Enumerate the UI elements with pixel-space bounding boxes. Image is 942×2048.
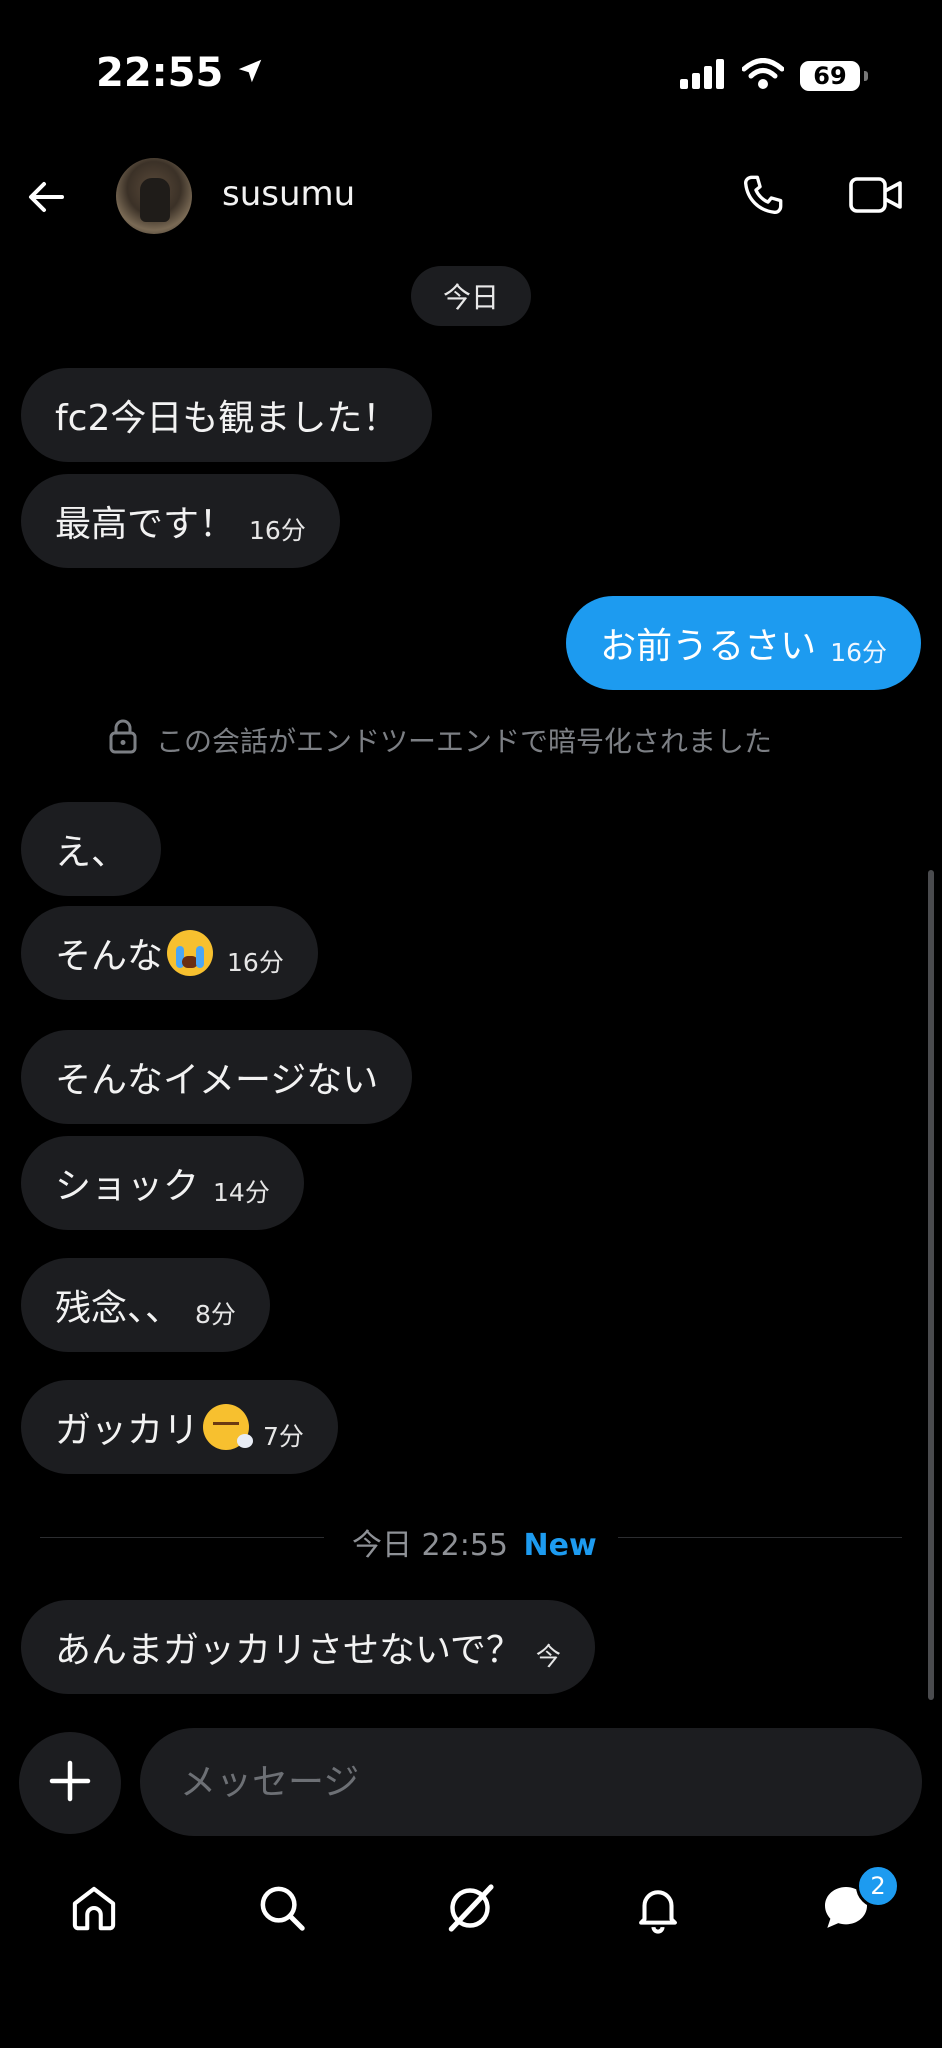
tab-notifications[interactable] xyxy=(618,1870,698,1950)
bell-icon xyxy=(631,1881,685,1939)
loudly-crying-face-icon xyxy=(167,930,214,976)
status-indicators: 69 xyxy=(680,58,868,94)
status-time-group: 22:55 xyxy=(96,50,265,96)
search-icon xyxy=(255,1881,309,1939)
tab-home[interactable] xyxy=(54,1870,134,1950)
bottom-tab-bar: 2 xyxy=(0,1864,942,1980)
message-time: 16分 xyxy=(830,638,887,667)
add-attachment-button[interactable] xyxy=(19,1732,121,1834)
date-separator: 今日 xyxy=(411,266,531,326)
message-text: ショック xyxy=(55,1166,200,1207)
received-message[interactable]: 残念、、 8分 xyxy=(21,1258,270,1352)
phone-icon[interactable] xyxy=(738,170,788,220)
received-message[interactable]: ガッカリ 7分 xyxy=(21,1380,338,1474)
grok-icon xyxy=(442,1880,498,1940)
divider-line xyxy=(618,1537,902,1538)
message-text: そんな xyxy=(55,936,164,977)
message-time: 16分 xyxy=(249,516,306,545)
new-label: New xyxy=(523,1528,597,1563)
message-time: 8分 xyxy=(195,1300,236,1329)
message-text: 最高です！ xyxy=(55,504,236,545)
signal-icon xyxy=(680,59,726,93)
received-message[interactable]: そんな 16分 xyxy=(21,906,318,1000)
status-time: 22:55 xyxy=(96,50,224,96)
divider-line xyxy=(40,1537,324,1538)
message-time: 14分 xyxy=(213,1178,270,1207)
message-text: fc2今日も観ました！ xyxy=(55,398,399,439)
received-message[interactable]: あんまガッカリさせないで？ 今 xyxy=(21,1600,595,1694)
back-arrow-icon[interactable] xyxy=(22,172,72,222)
message-text: あんまガッカリさせないで？ xyxy=(55,1630,522,1671)
avatar[interactable] xyxy=(116,158,192,234)
tab-search[interactable] xyxy=(242,1870,322,1950)
encryption-notice: この会話がエンドツーエンドで暗号化されました xyxy=(108,718,772,761)
received-message[interactable]: ショック 14分 xyxy=(21,1136,304,1230)
received-message[interactable]: そんなイメージない xyxy=(21,1030,413,1124)
lock-icon xyxy=(108,718,138,761)
message-time: 7分 xyxy=(263,1422,304,1451)
face-exhaling-icon xyxy=(203,1404,254,1450)
message-text: え、 xyxy=(55,832,128,873)
encryption-notice-text: この会話がエンドツーエンドで暗号化されました xyxy=(156,724,773,758)
contact-name[interactable]: susumu xyxy=(222,174,355,214)
location-arrow-icon xyxy=(235,56,265,90)
tab-messages[interactable]: 2 xyxy=(806,1864,900,1950)
wifi-icon xyxy=(741,58,785,94)
new-messages-divider: 今日 22:55 New xyxy=(40,1512,902,1564)
status-bar: 22:55 69 xyxy=(0,0,942,150)
message-text: お前うるさい xyxy=(600,626,817,667)
home-icon xyxy=(67,1881,121,1939)
tab-grok[interactable] xyxy=(430,1870,510,1950)
message-text: 残念、、 xyxy=(55,1288,182,1329)
message-text: そんなイメージない xyxy=(55,1060,379,1101)
message-time: 16分 xyxy=(227,948,284,977)
received-message[interactable]: え、 xyxy=(21,802,162,896)
new-divider-label: 今日 22:55 New xyxy=(352,1520,597,1564)
video-camera-icon[interactable] xyxy=(848,172,904,218)
battery-indicator: 69 xyxy=(800,61,868,91)
scrollbar[interactable] xyxy=(928,870,934,1700)
received-message[interactable]: 最高です！ 16分 xyxy=(21,474,340,568)
divider-timestamp: 今日 22:55 xyxy=(352,1528,508,1563)
message-input[interactable] xyxy=(140,1728,922,1836)
sent-message[interactable]: お前うるさい 16分 xyxy=(566,596,921,690)
plus-icon xyxy=(48,1759,92,1807)
conversation-header: susumu xyxy=(0,150,942,250)
received-message[interactable]: fc2今日も観ました！ xyxy=(21,368,433,462)
unread-badge: 2 xyxy=(856,1864,900,1908)
message-time: 今 xyxy=(535,1642,561,1671)
message-text: ガッカリ xyxy=(55,1410,200,1451)
